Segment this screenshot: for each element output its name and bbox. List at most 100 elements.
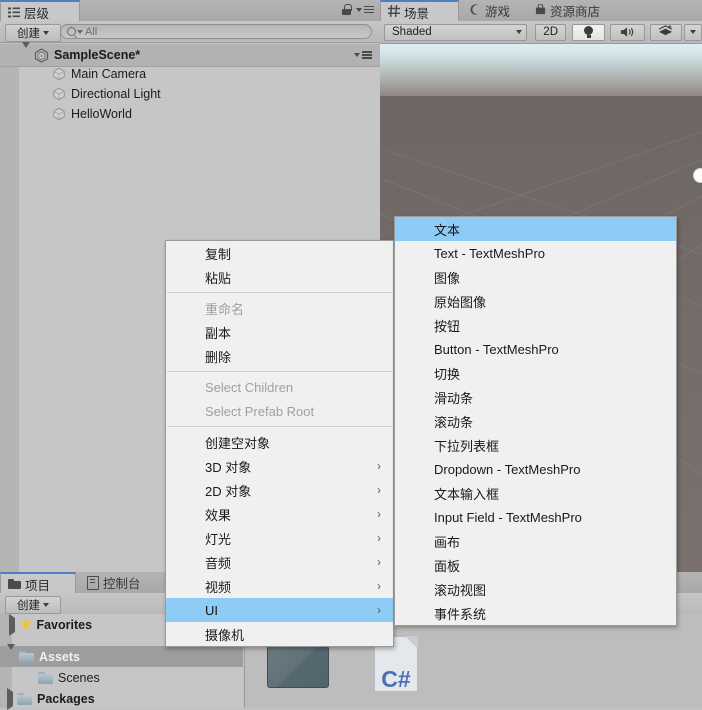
- tab-project[interactable]: 项目: [0, 572, 76, 594]
- submenu-item-dropdown[interactable]: 下拉列表框: [395, 433, 676, 457]
- submenu-item-label: 图像: [434, 270, 461, 286]
- project-tree-item-label: Scenes: [58, 670, 100, 685]
- tab-asset-store[interactable]: 资源商店: [528, 0, 620, 21]
- project-create-label: 创建: [17, 600, 40, 612]
- lighting-toggle-button[interactable]: [572, 23, 605, 41]
- scene-gizmo-handle[interactable]: [693, 168, 702, 183]
- scene-name-label: SampleScene*: [54, 48, 141, 62]
- expand-caret-icon[interactable]: [9, 613, 15, 636]
- menu-item-create-empty[interactable]: 创建空对象: [166, 430, 393, 454]
- audio-toggle-button[interactable]: [610, 23, 645, 41]
- menu-item-label: 创建空对象: [205, 435, 271, 451]
- shading-mode-dropdown[interactable]: Shaded: [384, 23, 528, 41]
- menu-item-label: 音频: [205, 555, 232, 571]
- submenu-item-toggle[interactable]: 切换: [395, 361, 676, 385]
- submenu-item-button[interactable]: 按钮: [395, 313, 676, 337]
- hierarchy-tabstrip: 层级: [0, 0, 380, 22]
- unity-scene-icon: [34, 47, 49, 63]
- submenu-item-dropdown-textmeshpro[interactable]: Dropdown - TextMeshPro: [395, 457, 676, 481]
- star-icon: ★: [19, 616, 33, 633]
- submenu-item-label: Dropdown - TextMeshPro: [434, 461, 581, 477]
- submenu-item-text-textmeshpro[interactable]: Text - TextMeshPro: [395, 241, 676, 265]
- project-tree-item-packages[interactable]: Packages: [0, 687, 243, 710]
- menu-item-label: 复制: [205, 246, 232, 262]
- menu-item-paste[interactable]: 粘贴: [166, 265, 393, 289]
- submenu-item-input-field-textmeshpro[interactable]: Input Field - TextMeshPro: [395, 505, 676, 529]
- hierarchy-item-helloworld[interactable]: HelloWorld: [0, 104, 380, 124]
- tab-scene-label: 场景: [404, 6, 430, 21]
- hierarchy-item-label: HelloWorld: [71, 107, 132, 121]
- menu-item-select-children: Select Children: [166, 375, 393, 399]
- menu-item-label: 副本: [205, 325, 232, 341]
- submenu-item-image[interactable]: 图像: [395, 265, 676, 289]
- tab-hierarchy-label: 层级: [24, 6, 50, 21]
- asset-folder-thumbnail[interactable]: [267, 640, 329, 688]
- scene-grid-icon: [388, 4, 400, 20]
- hierarchy-search-input[interactable]: All: [60, 24, 372, 39]
- effects-icon: [658, 24, 674, 40]
- menu-item-effects[interactable]: 效果 ›: [166, 502, 393, 526]
- submenu-item-scroll-view[interactable]: 滚动视图: [395, 577, 676, 601]
- asset-csharp-label: C#: [381, 666, 411, 692]
- menu-item-label: 删除: [205, 349, 232, 365]
- 2d-toggle-button[interactable]: 2D: [535, 23, 566, 41]
- expand-caret-icon[interactable]: [7, 643, 15, 664]
- tab-hierarchy[interactable]: 层级: [0, 0, 80, 22]
- submenu-item-label: 切换: [434, 366, 461, 382]
- scene-effects-button[interactable]: [650, 23, 682, 41]
- ui-submenu[interactable]: 文本 Text - TextMeshPro 图像 原始图像 按钮 Button …: [394, 216, 677, 626]
- submenu-item-label: 滚动视图: [434, 582, 487, 598]
- hierarchy-item-label: Main Camera: [71, 67, 147, 81]
- submenu-item-canvas[interactable]: 画布: [395, 529, 676, 553]
- context-menu[interactable]: 复制 粘贴 重命名 副本 删除 Select Children Select P…: [165, 240, 394, 647]
- menu-item-duplicate[interactable]: 副本: [166, 320, 393, 344]
- menu-item-3d-object[interactable]: 3D 对象 ›: [166, 454, 393, 478]
- menu-item-copy[interactable]: 复制: [166, 241, 393, 265]
- tab-game[interactable]: 游戏: [463, 0, 526, 21]
- project-create-button[interactable]: 创建: [5, 596, 61, 614]
- submenu-item-button-textmeshpro[interactable]: Button - TextMeshPro: [395, 337, 676, 361]
- search-icon: [67, 27, 83, 36]
- submenu-item-raw-image[interactable]: 原始图像: [395, 289, 676, 313]
- menu-item-select-prefab-root: Select Prefab Root: [166, 399, 393, 423]
- menu-item-label: 视频: [205, 579, 232, 595]
- hierarchy-item-main-camera[interactable]: Main Camera: [0, 64, 380, 84]
- tab-scene[interactable]: 场景: [380, 0, 459, 22]
- scene-context-menu-icon[interactable]: [354, 51, 372, 59]
- tab-game-label: 游戏: [485, 5, 511, 19]
- submenu-item-slider[interactable]: 滑动条: [395, 385, 676, 409]
- scene-view-toolbar: Shaded 2D: [380, 21, 702, 44]
- scene-effects-dropdown[interactable]: [684, 23, 702, 41]
- chevron-right-icon: ›: [377, 531, 381, 545]
- hierarchy-toolbar: 创建 All: [0, 21, 380, 43]
- submenu-item-text[interactable]: 文本: [395, 217, 676, 241]
- project-tree-item-label: Packages: [37, 691, 95, 706]
- scene-expand-caret[interactable]: [22, 42, 30, 62]
- submenu-item-event-system[interactable]: 事件系统: [395, 601, 676, 625]
- tab-console[interactable]: 控制台: [80, 572, 162, 593]
- hierarchy-item-directional-light[interactable]: Directional Light: [0, 84, 380, 104]
- menu-item-2d-object[interactable]: 2D 对象 ›: [166, 478, 393, 502]
- hierarchy-create-button[interactable]: 创建: [5, 24, 61, 42]
- chevron-right-icon: ›: [377, 579, 381, 593]
- menu-item-label: 2D 对象: [205, 483, 252, 499]
- submenu-item-label: 文本输入框: [434, 486, 500, 502]
- menu-item-ui[interactable]: UI ›: [166, 598, 393, 622]
- project-tree-item-assets[interactable]: Assets: [0, 643, 243, 667]
- hierarchy-left-gutter: [0, 66, 19, 572]
- submenu-item-panel[interactable]: 面板: [395, 553, 676, 577]
- lock-icon[interactable]: [342, 4, 352, 15]
- menu-item-delete[interactable]: 删除: [166, 344, 393, 368]
- panel-options-icon[interactable]: [356, 5, 374, 14]
- menu-item-audio[interactable]: 音频 ›: [166, 550, 393, 574]
- expand-caret-icon[interactable]: [7, 687, 13, 710]
- menu-item-camera[interactable]: 摄像机: [166, 622, 393, 646]
- project-tree-item-scenes[interactable]: Scenes: [0, 667, 243, 688]
- console-icon: [87, 575, 99, 590]
- menu-item-light[interactable]: 灯光 ›: [166, 526, 393, 550]
- hierarchy-icon-svg: [8, 7, 20, 17]
- submenu-item-input-field[interactable]: 文本输入框: [395, 481, 676, 505]
- menu-item-video[interactable]: 视频 ›: [166, 574, 393, 598]
- tab-asset-store-label: 资源商店: [550, 5, 601, 19]
- submenu-item-scrollbar[interactable]: 滚动条: [395, 409, 676, 433]
